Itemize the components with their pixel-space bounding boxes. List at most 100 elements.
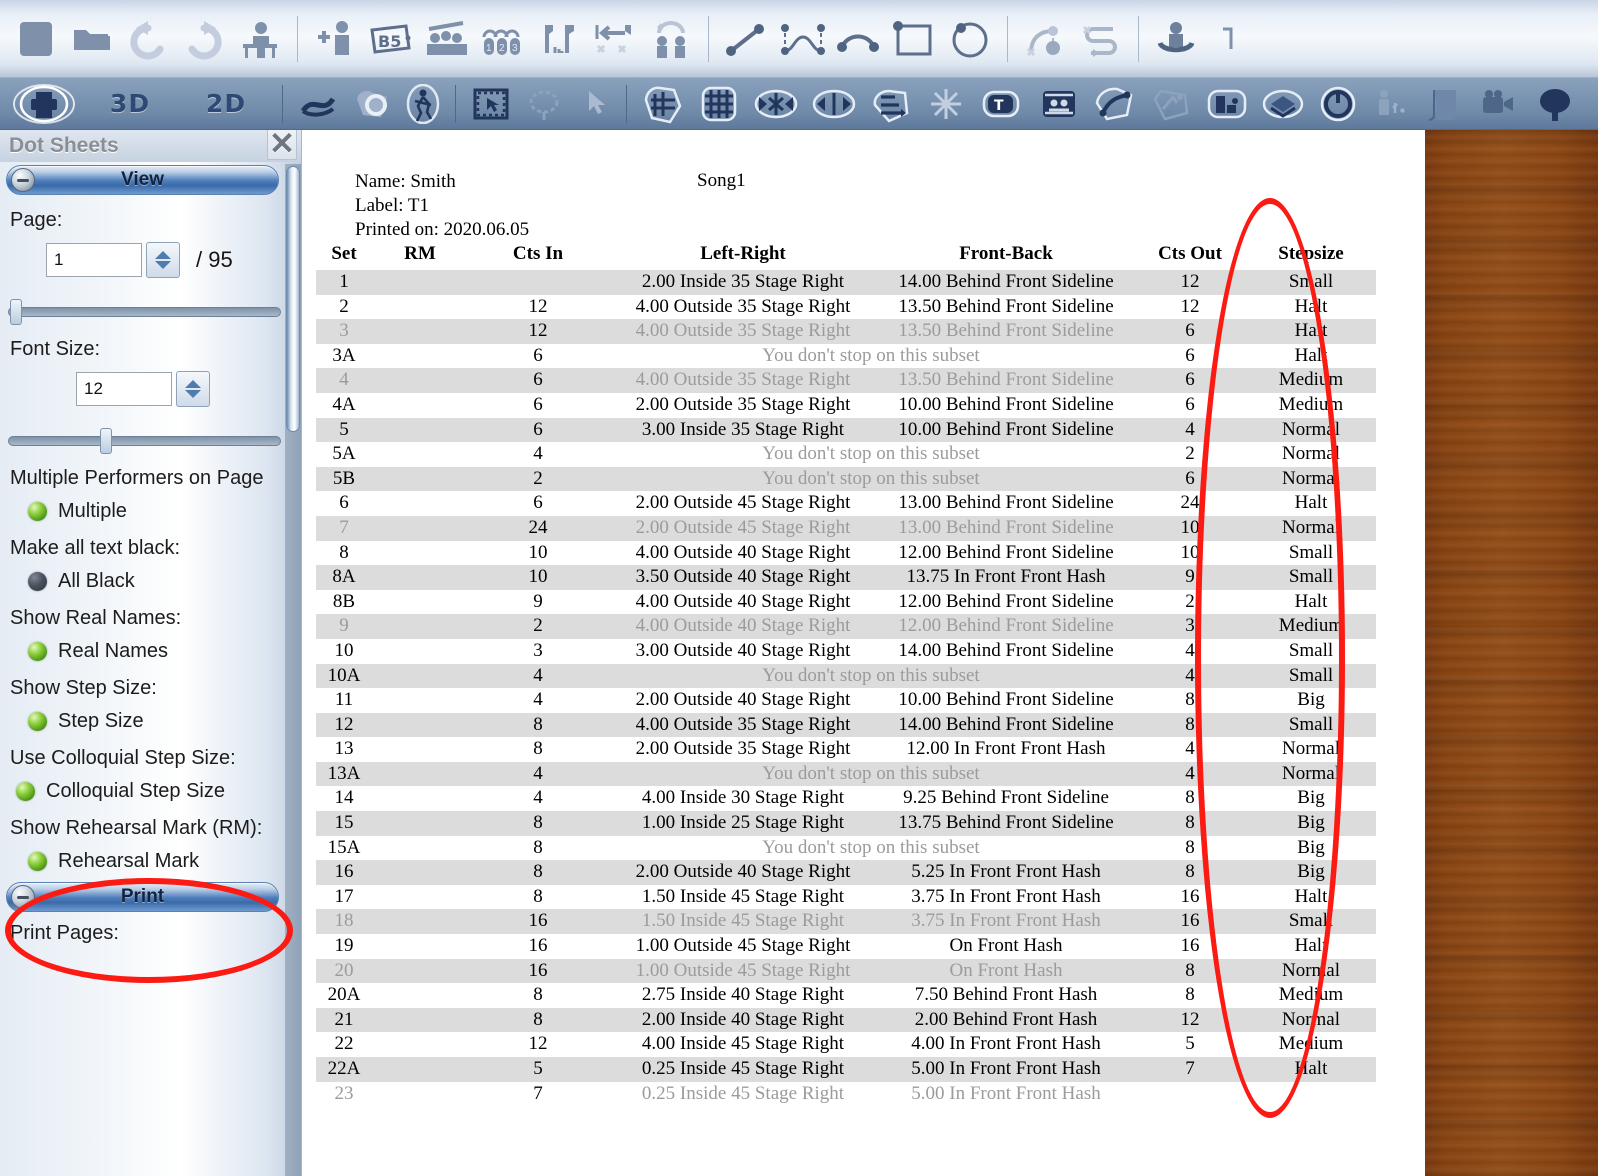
cell-set: 2 — [339, 295, 349, 317]
cell-rm — [372, 614, 468, 639]
spinner-up-icon[interactable] — [155, 251, 171, 259]
font-size-spinner[interactable] — [176, 371, 210, 407]
curve-points-icon[interactable] — [774, 10, 830, 68]
rotate-performer-icon[interactable] — [1148, 10, 1204, 68]
table-row: 4A 6 2.00 Outside 35 Stage Right 10.00 Behi… — [316, 393, 1376, 418]
section-header-view[interactable]: View — [6, 165, 279, 195]
b5-label-icon[interactable]: B5 — [363, 10, 419, 68]
table-row: 8B 9 4.00 Outside 40 Stage Right 12.00 Behi… — [316, 590, 1376, 615]
video-camera-icon[interactable] — [1471, 82, 1527, 126]
cell-set: 4 — [316, 368, 372, 393]
close-icon[interactable]: ✕ — [267, 130, 297, 161]
print-icon[interactable] — [6, 82, 82, 126]
arc-tool-icon[interactable] — [830, 10, 886, 68]
numbered-performers-icon[interactable]: 123 — [475, 10, 531, 68]
cell-cts_out: 10 — [1180, 541, 1200, 563]
page-slider-thumb[interactable] — [10, 299, 22, 325]
option-toggle-multiple[interactable]: Multiple — [28, 500, 301, 523]
shape-fill-icon[interactable] — [345, 82, 399, 126]
scatter-icon[interactable] — [919, 82, 973, 126]
overflow-icon[interactable] — [1204, 10, 1260, 68]
cell-cts_out: 4 — [1134, 761, 1246, 787]
panel-scrollbar[interactable] — [285, 164, 301, 1176]
cell-cts_out: 8 — [1185, 689, 1195, 711]
cell-cts_out — [1134, 1082, 1246, 1107]
open-folder-icon[interactable] — [64, 10, 120, 68]
flip-icon[interactable] — [1143, 82, 1199, 126]
stagger-icon[interactable] — [863, 82, 919, 126]
option-toggle-all-black[interactable]: All Black — [28, 570, 301, 593]
cell-ss: Halt — [1294, 295, 1328, 317]
cell-ss: Halt — [1294, 935, 1328, 957]
new-file-icon[interactable] — [8, 10, 64, 68]
line-tool-icon[interactable] — [718, 10, 774, 68]
font-size-label: Font Size: — [10, 338, 101, 360]
spinner-down-icon[interactable] — [155, 261, 171, 269]
curved-path-icon[interactable] — [1087, 82, 1143, 126]
page-slider[interactable] — [8, 296, 291, 325]
cell-ss: Big — [1297, 689, 1325, 711]
cell-set: 3A — [332, 344, 356, 366]
rectangle-tool-icon[interactable] — [886, 10, 942, 68]
option-toggle-colloquial[interactable]: Colloquial Step Size — [16, 780, 301, 803]
toolbar-separator — [455, 84, 456, 123]
cell-lr: 3.00 Inside 35 Stage Right — [608, 417, 878, 443]
cell-ss: Small — [1246, 270, 1376, 295]
option-toggle-rehearsal-mark[interactable]: Rehearsal Mark — [28, 850, 301, 873]
performer-at-desk-icon[interactable] — [232, 10, 288, 68]
grid-icon[interactable] — [691, 82, 747, 126]
text-tag-icon[interactable]: T — [973, 82, 1031, 126]
cell-cts_in: 16 — [528, 935, 548, 957]
performer-tools-icon[interactable] — [1365, 82, 1419, 126]
follow-path-icon[interactable] — [1017, 10, 1073, 68]
font-size-slider-thumb[interactable] — [100, 428, 112, 454]
font-size-slider[interactable] — [8, 425, 291, 454]
group-performers-icon[interactable] — [419, 10, 475, 68]
cell-rm — [372, 442, 468, 467]
redo-icon[interactable] — [176, 10, 232, 68]
option-toggle-step-size[interactable]: Step Size — [28, 710, 301, 733]
cell-cts_out: 4 — [1134, 663, 1246, 689]
expand-horizontal-icon[interactable] — [805, 82, 863, 126]
cell-rm — [372, 934, 468, 959]
table-row: 8 10 4.00 Outside 40 Stage Right 12.00 Behi… — [316, 541, 1376, 566]
marquee-select-icon[interactable] — [464, 82, 518, 126]
cell-set: 16 — [316, 860, 372, 885]
section-header-print[interactable]: Print — [6, 882, 279, 912]
page-input[interactable]: 1 — [46, 243, 142, 277]
lasso-select-icon[interactable] — [518, 82, 570, 126]
table-row: 10A 4 You don't stop on this subset 4 Small — [316, 663, 1376, 689]
freeform-grid-icon[interactable] — [635, 82, 691, 126]
svg-text:1: 1 — [486, 43, 492, 54]
spinner-up-icon[interactable] — [185, 380, 201, 388]
spinner-down-icon[interactable] — [185, 390, 201, 398]
pointer-select-icon[interactable] — [570, 82, 618, 126]
meta-label: Label: T1 — [355, 195, 430, 216]
undo-icon[interactable] — [120, 10, 176, 68]
option-toggle-real-names[interactable]: Real Names — [28, 640, 301, 663]
add-performer-icon[interactable] — [307, 10, 363, 68]
table-row: 6 6 2.00 Outside 45 Stage Right 13.00 Behin… — [316, 491, 1376, 516]
field-layer-icon[interactable] — [1199, 82, 1255, 126]
view-3d-button[interactable]: 3D — [82, 82, 178, 126]
contract-horizontal-icon[interactable] — [747, 82, 805, 126]
s-path-icon[interactable] — [1073, 10, 1129, 68]
align-left-icon[interactable] — [587, 10, 643, 68]
power-icon[interactable] — [1311, 82, 1365, 126]
circle-tool-icon[interactable] — [942, 10, 998, 68]
curve-draw-icon[interactable] — [291, 82, 345, 126]
tree-icon[interactable] — [1527, 82, 1583, 126]
page-spinner[interactable] — [146, 242, 180, 278]
walking-performer-icon[interactable] — [399, 82, 447, 126]
cell-rm — [372, 344, 468, 369]
cell-fb: 12.00 Behind Front Sideline — [878, 614, 1134, 639]
cell-fb: 5.00 In Front Front Hash — [911, 1082, 1101, 1104]
flags-icon[interactable] — [531, 10, 587, 68]
mirror-performers-icon[interactable] — [643, 10, 699, 68]
bleachers-icon[interactable] — [1031, 82, 1087, 126]
props-icon[interactable] — [1255, 82, 1311, 126]
page-icon[interactable] — [1419, 82, 1471, 126]
font-size-input[interactable]: 12 — [76, 372, 172, 406]
view-2d-button[interactable]: 2D — [178, 82, 274, 126]
panel-scrollbar-thumb[interactable] — [286, 166, 300, 432]
